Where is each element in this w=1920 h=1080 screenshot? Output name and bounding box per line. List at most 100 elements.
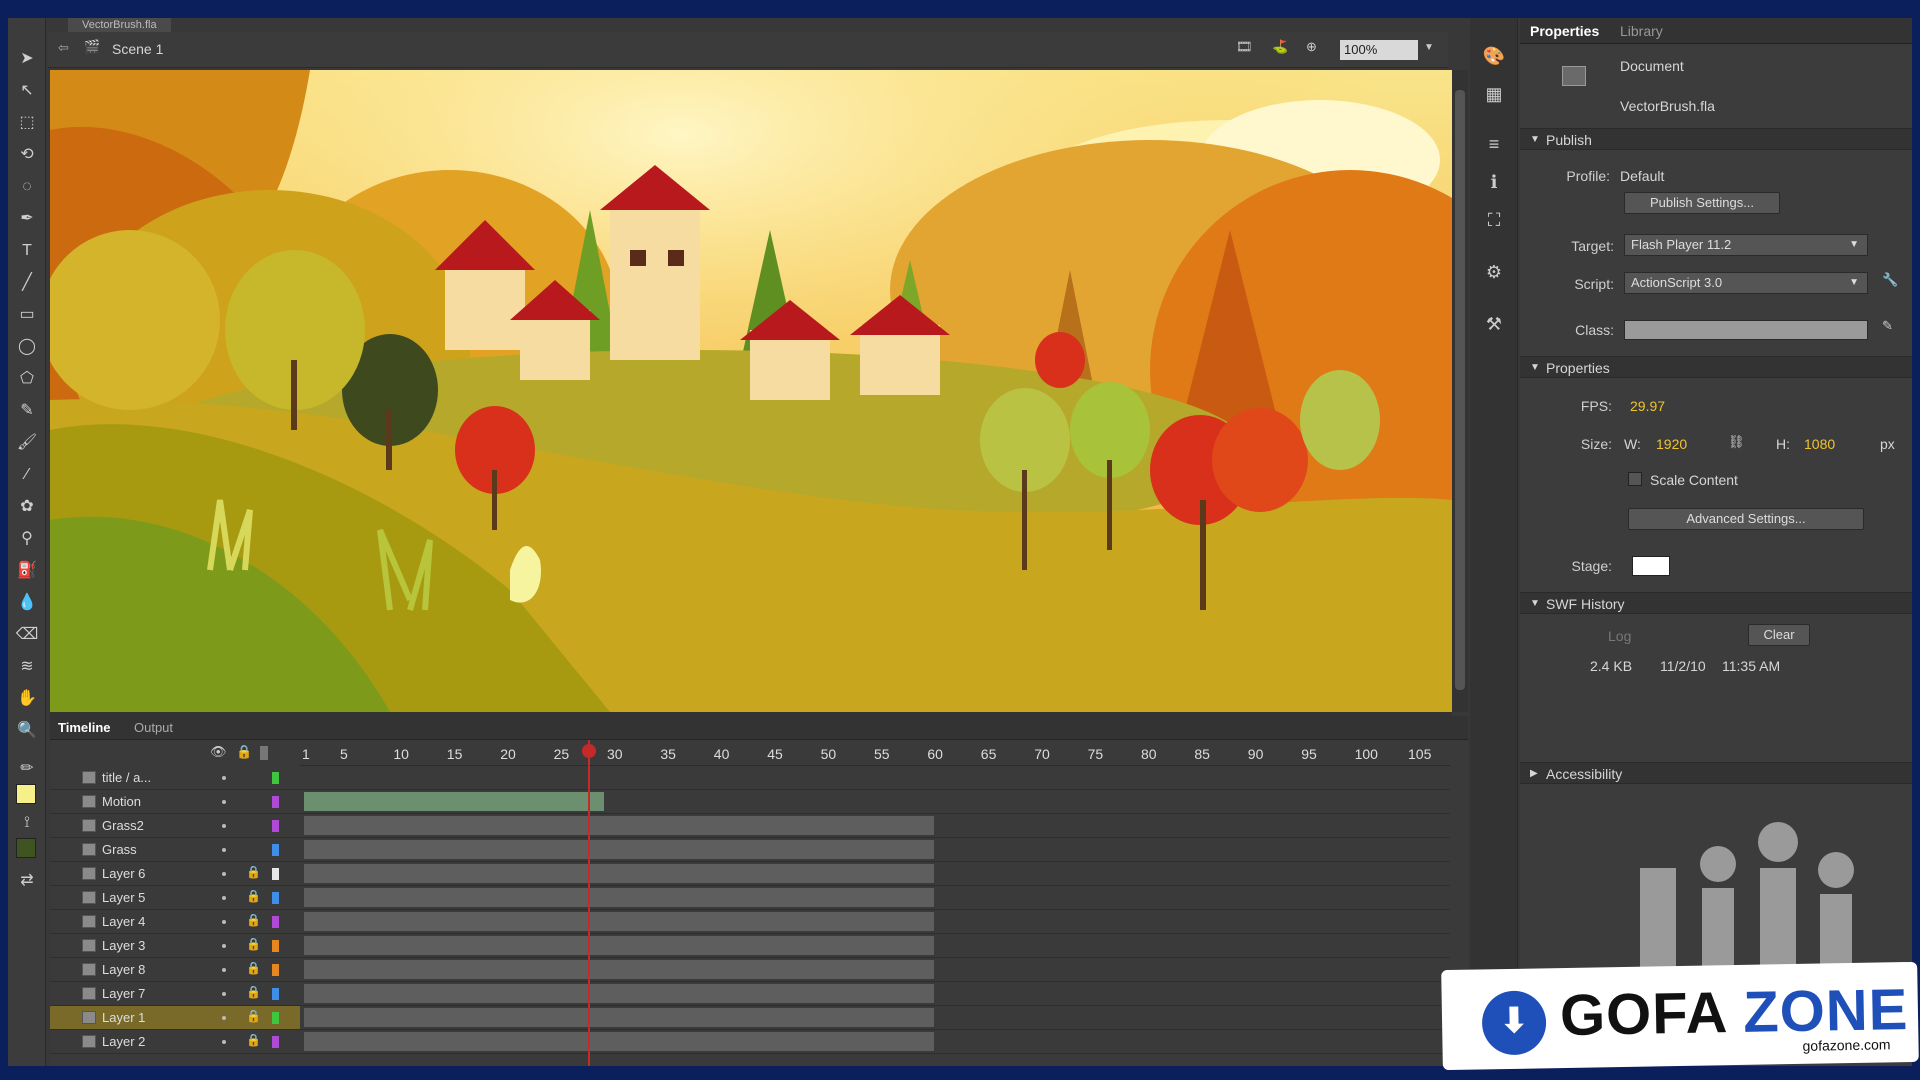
frame-ruler[interactable]: 1 5 10 15 20 25 30 35 40 45 50 55 60 65 70 75 80 85 90 95 10… [300, 740, 1450, 766]
layer-name[interactable]: Layer 7 [102, 986, 145, 1001]
frame-span[interactable] [304, 864, 934, 883]
frame-grid[interactable] [300, 766, 1450, 1066]
scene-label[interactable]: Scene 1 [112, 41, 163, 57]
playhead-handle[interactable] [582, 744, 596, 758]
text-tool-icon[interactable]: T [14, 238, 40, 264]
frame-row[interactable] [300, 790, 1450, 814]
document-tab[interactable]: VectorBrush.fla [68, 18, 171, 32]
frame-row[interactable] [300, 814, 1450, 838]
lock-icon[interactable]: 🔒 [246, 889, 261, 903]
visibility-dot-icon[interactable] [222, 992, 226, 996]
advanced-settings-button[interactable]: Advanced Settings... [1628, 508, 1864, 530]
lock-icon[interactable]: 🔒 [246, 1009, 261, 1023]
bone-tool-icon[interactable]: ⚲ [14, 526, 40, 552]
transform-icon[interactable]: ⛶ [1482, 210, 1506, 234]
swap-colors-icon[interactable]: ⇄ [14, 868, 40, 894]
visibility-dot-icon[interactable] [222, 944, 226, 948]
layer-row[interactable]: Grass2 [50, 814, 300, 838]
visibility-dot-icon[interactable] [222, 968, 226, 972]
frame-row[interactable] [300, 982, 1450, 1006]
pencil-tool-icon[interactable]: ✎ [14, 398, 40, 424]
layer-outline-color[interactable] [272, 964, 279, 976]
publish-section-header[interactable]: ▼ Publish [1520, 128, 1912, 150]
3d-rotation-icon[interactable]: ⟲ [14, 142, 40, 168]
color-panel-icon[interactable]: 🎨 [1482, 46, 1506, 70]
width-value[interactable]: 1920 [1656, 436, 1687, 452]
line-tool-icon[interactable]: ╱ [14, 270, 40, 296]
polystar-tool-icon[interactable]: ⬠ [14, 366, 40, 392]
script-select[interactable]: ActionScript 3.0 ▼ [1624, 272, 1868, 294]
stroke-color-icon[interactable]: ✏ [14, 756, 40, 782]
selection-tool-icon[interactable]: ➤ [14, 46, 40, 72]
layer-name[interactable]: Motion [102, 794, 141, 809]
tab-timeline[interactable]: Timeline [58, 720, 111, 735]
layer-outline-color[interactable] [272, 1012, 279, 1024]
layer-name[interactable]: Layer 4 [102, 914, 145, 929]
scale-content-checkbox[interactable] [1628, 472, 1642, 486]
back-arrow-icon[interactable]: ⇦ [58, 40, 69, 56]
layer-outline-color[interactable] [272, 796, 279, 808]
code-snippets-icon[interactable]: ⚙ [1482, 262, 1506, 286]
tab-library[interactable]: Library [1620, 23, 1663, 39]
visibility-dot-icon[interactable] [222, 920, 226, 924]
layer-name[interactable]: Grass [102, 842, 137, 857]
lock-all-icon[interactable]: 🔒 [236, 744, 252, 760]
edit-class-pencil-icon[interactable]: ✎ [1882, 318, 1893, 334]
zoom-tool-icon[interactable]: 🔍 [14, 718, 40, 744]
layer-row[interactable]: Motion [50, 790, 300, 814]
visibility-dot-icon[interactable] [222, 872, 226, 876]
frame-row[interactable] [300, 886, 1450, 910]
paint-bucket-icon[interactable]: ⛽ [14, 558, 40, 584]
layer-name[interactable]: Layer 1 [102, 1010, 145, 1025]
edit-symbols-icon[interactable]: ⛳ [1272, 39, 1288, 55]
publish-settings-button[interactable]: Publish Settings... [1624, 192, 1780, 214]
visibility-dot-icon[interactable] [222, 824, 226, 828]
lock-icon[interactable]: 🔒 [246, 961, 261, 975]
free-transform-icon[interactable]: ⬚ [14, 110, 40, 136]
frame-span[interactable] [304, 960, 934, 979]
frame-row[interactable] [300, 958, 1450, 982]
frame-row[interactable] [300, 1030, 1450, 1054]
stroke-color-swatch[interactable] [16, 838, 36, 858]
layer-name[interactable]: Layer 2 [102, 1034, 145, 1049]
target-select[interactable]: Flash Player 11.2 ▼ [1624, 234, 1868, 256]
layer-row[interactable]: Layer 4 🔒 [50, 910, 300, 934]
layer-outline-color[interactable] [272, 820, 279, 832]
width-tool-icon[interactable]: ≋ [14, 654, 40, 680]
accessibility-section-header[interactable]: ▶ Accessibility [1520, 762, 1912, 784]
hand-tool-icon[interactable]: ✋ [14, 686, 40, 712]
motion-tween-span[interactable] [304, 792, 604, 811]
frame-span[interactable] [304, 912, 934, 931]
properties-section-header[interactable]: ▼ Properties [1520, 356, 1912, 378]
lock-icon[interactable]: 🔒 [246, 865, 261, 879]
rectangle-tool-icon[interactable]: ▭ [14, 302, 40, 328]
swatches-icon[interactable]: ▦ [1482, 84, 1506, 108]
frame-row[interactable] [300, 862, 1450, 886]
layer-name[interactable]: Layer 6 [102, 866, 145, 881]
components-icon[interactable]: ⚒ [1482, 314, 1506, 338]
lock-icon[interactable]: 🔒 [246, 913, 261, 927]
visibility-dot-icon[interactable] [222, 896, 226, 900]
info-icon[interactable]: ℹ [1482, 172, 1506, 196]
visibility-dot-icon[interactable] [222, 848, 226, 852]
frame-row[interactable] [300, 838, 1450, 862]
stage-vertical-scrollbar[interactable] [1452, 70, 1468, 712]
eyedropper-icon[interactable]: 💧 [14, 590, 40, 616]
layer-row[interactable]: Layer 3 🔒 [50, 934, 300, 958]
frame-span[interactable] [304, 816, 934, 835]
frame-span[interactable] [304, 1032, 934, 1051]
layer-name[interactable]: Layer 3 [102, 938, 145, 953]
subselection-tool-icon[interactable]: ↖ [14, 78, 40, 104]
layer-name[interactable]: Grass2 [102, 818, 144, 833]
pen-tool-icon[interactable]: ✒ [14, 206, 40, 232]
deco-tool-icon[interactable]: ✿ [14, 494, 40, 520]
frame-row[interactable] [300, 934, 1450, 958]
layer-outline-color[interactable] [272, 1036, 279, 1048]
outline-all-icon[interactable] [260, 746, 268, 760]
align-icon[interactable]: ≡ [1482, 134, 1506, 158]
layer-outline-color[interactable] [272, 940, 279, 952]
lasso-icon[interactable]: ◌ [14, 174, 40, 200]
swf-history-section-header[interactable]: ▼ SWF History [1520, 592, 1912, 614]
frame-row[interactable] [300, 766, 1450, 790]
brush-tool-icon[interactable]: 🖌 [14, 430, 40, 456]
